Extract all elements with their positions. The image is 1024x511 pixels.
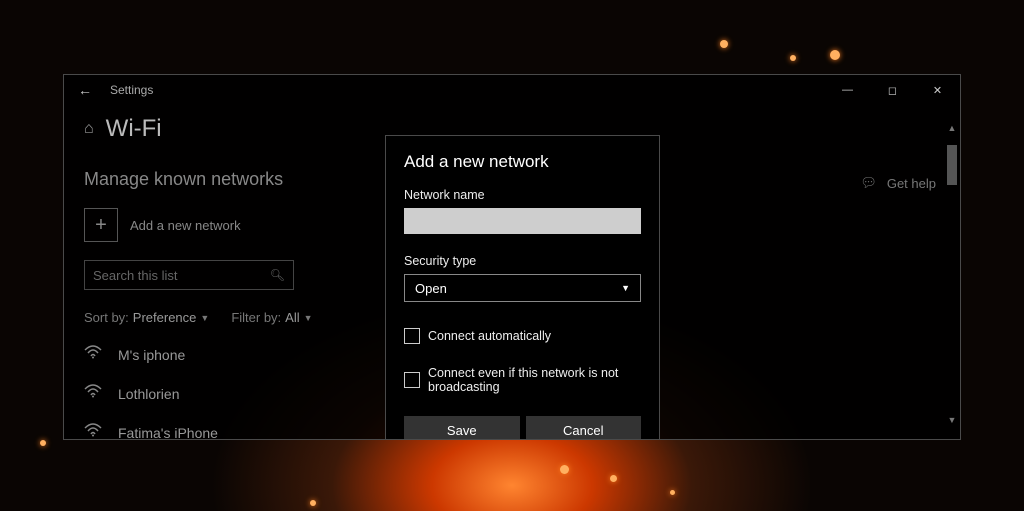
search-input[interactable] xyxy=(93,268,270,283)
network-name-input[interactable] xyxy=(404,208,641,234)
filter-label: Filter by: xyxy=(231,310,281,325)
save-button[interactable]: Save xyxy=(404,416,520,439)
chevron-down-icon: ▼ xyxy=(621,283,630,293)
network-list-item[interactable]: Lothlorien xyxy=(84,384,334,403)
page-title: Wi-Fi xyxy=(106,115,162,143)
security-type-select[interactable]: Open ▼ xyxy=(404,274,641,302)
security-type-value: Open xyxy=(415,281,447,296)
connect-auto-label: Connect automatically xyxy=(428,329,551,343)
cancel-button[interactable]: Cancel xyxy=(526,416,642,439)
minimize-button[interactable]: ― xyxy=(825,75,870,105)
chevron-down-icon: ▼ xyxy=(200,313,209,323)
window-controls: ― ◻ ✕ xyxy=(825,75,960,105)
wifi-icon xyxy=(84,423,104,439)
filter-value: All xyxy=(285,310,299,325)
dialog-buttons: Save Cancel xyxy=(404,416,641,439)
checkbox-icon xyxy=(404,372,420,388)
titlebar: ← Settings ― ◻ ✕ xyxy=(64,75,960,105)
connect-hidden-label: Connect even if this network is not broa… xyxy=(428,366,641,394)
home-icon[interactable]: ⌂ xyxy=(84,120,94,138)
sort-label: Sort by: xyxy=(84,310,129,325)
help-label: Get help xyxy=(887,176,936,191)
connect-hidden-checkbox[interactable]: Connect even if this network is not broa… xyxy=(404,366,641,394)
close-button[interactable]: ✕ xyxy=(915,75,960,105)
main-panel: ⌂ Wi-Fi Manage known networks + Add a ne… xyxy=(64,105,354,439)
network-name-label: Network name xyxy=(404,188,641,202)
network-name: M's iphone xyxy=(118,347,185,363)
scrollbar[interactable]: ▲ ▼ xyxy=(946,135,958,415)
help-icon: 💬︎ xyxy=(860,175,877,191)
scroll-up-icon[interactable]: ▲ xyxy=(946,123,958,135)
network-list-item[interactable]: M's iphone xyxy=(84,345,334,364)
maximize-button[interactable]: ◻ xyxy=(870,75,915,105)
connect-auto-checkbox[interactable]: Connect automatically xyxy=(404,328,641,344)
sort-filter-row: Sort by: Preference ▼ Filter by: All ▼ xyxy=(84,310,334,325)
window-content: ⌂ Wi-Fi Manage known networks + Add a ne… xyxy=(64,105,960,439)
section-title: Manage known networks xyxy=(84,169,334,190)
dialog-title: Add a new network xyxy=(404,152,641,172)
settings-window: ← Settings ― ◻ ✕ ⌂ Wi-Fi Manage known ne… xyxy=(63,74,961,440)
search-icon[interactable]: 🔍︎ xyxy=(270,268,285,282)
sort-value: Preference xyxy=(133,310,197,325)
filter-by-dropdown[interactable]: Filter by: All ▼ xyxy=(231,310,312,325)
wifi-icon xyxy=(84,345,104,364)
plus-icon: + xyxy=(84,208,118,242)
checkbox-icon xyxy=(404,328,420,344)
page-header: ⌂ Wi-Fi xyxy=(84,115,334,143)
wifi-icon xyxy=(84,384,104,403)
sort-by-dropdown[interactable]: Sort by: Preference ▼ xyxy=(84,310,209,325)
app-title: Settings xyxy=(110,83,825,97)
network-name: Fatima's iPhone xyxy=(118,425,218,440)
back-button[interactable]: ← xyxy=(78,82,92,98)
network-name: Lothlorien xyxy=(118,386,180,402)
add-network-button[interactable]: + Add a new network xyxy=(84,208,334,242)
scrollbar-thumb[interactable] xyxy=(947,145,957,185)
add-network-label: Add a new network xyxy=(130,218,241,233)
network-list-item[interactable]: Fatima's iPhone xyxy=(84,423,334,439)
security-type-label: Security type xyxy=(404,254,641,268)
help-link[interactable]: 💬︎ Get help xyxy=(860,175,936,191)
add-network-dialog: Add a new network Network name Security … xyxy=(385,135,660,439)
scroll-down-icon[interactable]: ▼ xyxy=(946,415,958,427)
chevron-down-icon: ▼ xyxy=(304,313,313,323)
search-box[interactable]: 🔍︎ xyxy=(84,260,294,290)
